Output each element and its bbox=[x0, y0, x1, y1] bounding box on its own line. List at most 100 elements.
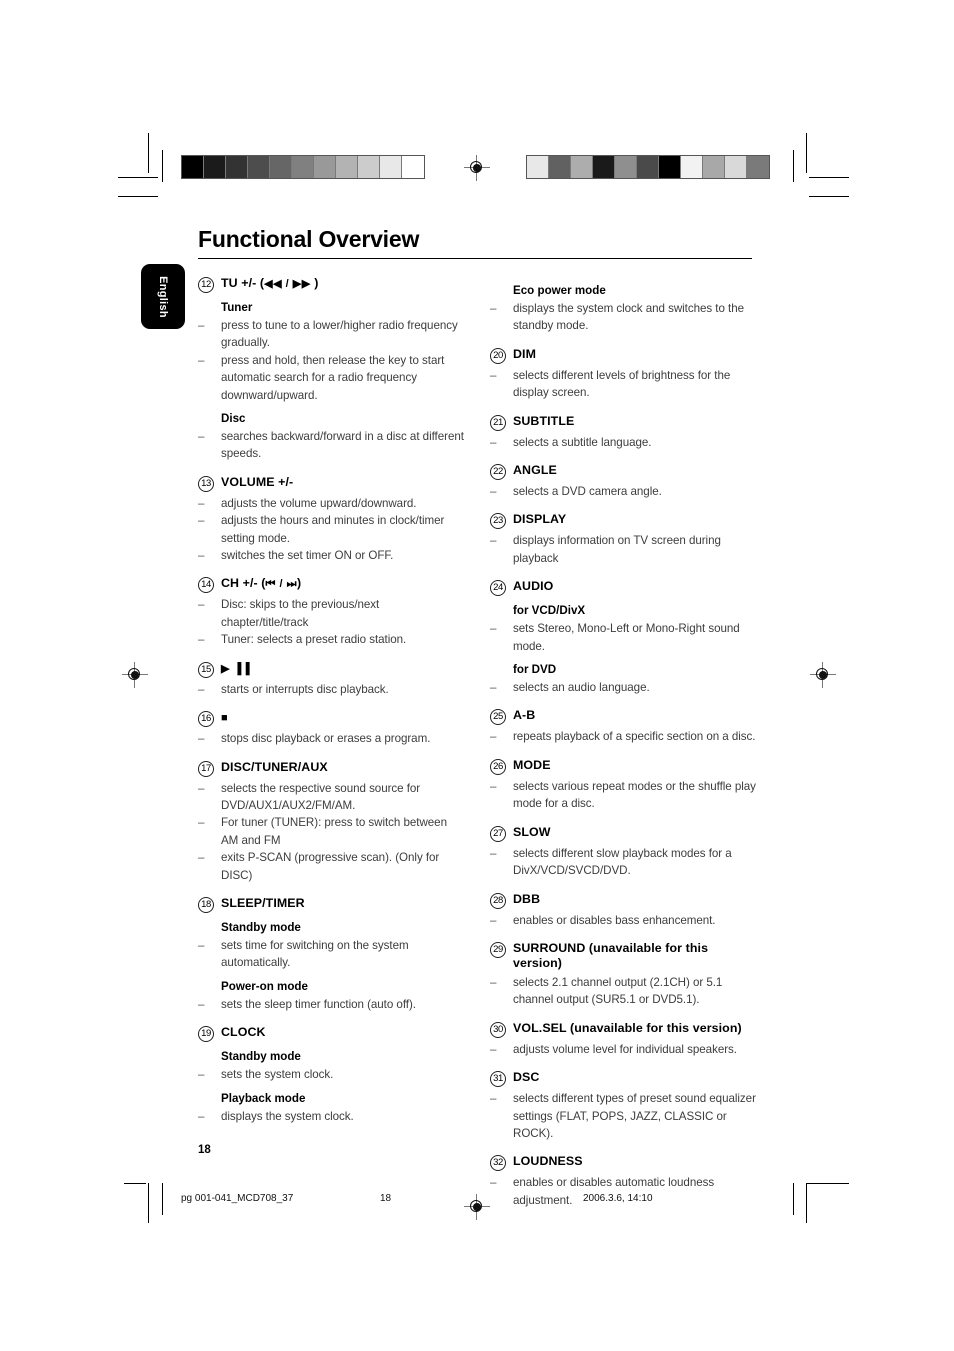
function-number-badge: 14 bbox=[198, 577, 214, 594]
color-swatch bbox=[292, 156, 314, 178]
function-label: DISC/TUNER/AUX bbox=[221, 759, 328, 774]
bullet-dash-icon: – bbox=[490, 302, 497, 315]
bullet-text: For tuner (TUNER): press to switch betwe… bbox=[221, 816, 447, 847]
bullet-dash-icon: – bbox=[198, 633, 205, 647]
bullet-text: sets the system clock. bbox=[221, 1068, 334, 1082]
bullet-text: adjusts the volume upward/downward. bbox=[221, 496, 417, 510]
mode-subheading: Disc bbox=[221, 412, 246, 426]
grayscale-step-wedge-left bbox=[181, 155, 425, 179]
function-label: ▶ ▐▐ bbox=[221, 661, 250, 677]
function-label: ■ bbox=[221, 710, 228, 726]
function-entry: 26 MODE – selects various repeat modes or t… bbox=[490, 758, 758, 813]
mode-subheading: Standby mode bbox=[221, 920, 301, 934]
bullet-dash-icon: – bbox=[198, 430, 205, 444]
color-swatch bbox=[402, 156, 424, 178]
function-label-text: TU +/- ( bbox=[221, 276, 265, 290]
description-bullet: – Tuner: selects a preset radio station. bbox=[198, 631, 466, 648]
description-bullet: – displays the system clock and switches … bbox=[490, 300, 758, 335]
function-entry-header: 21 SUBTITLE bbox=[490, 414, 758, 431]
mode-subheading: for VCD/DivX bbox=[513, 604, 586, 618]
crop-mark-top-left-horizontal bbox=[118, 177, 158, 178]
function-number-badge: 20 bbox=[490, 347, 506, 364]
bullet-dash-icon: – bbox=[198, 851, 205, 865]
transport-glyph-icon: ■ bbox=[221, 712, 229, 725]
function-label-text: CH +/- ( bbox=[221, 576, 266, 591]
color-swatch bbox=[637, 156, 659, 178]
description-bullet: – displays information on TV screen durin… bbox=[490, 532, 758, 567]
function-entry: 23 DISPLAY – displays information on TV scr… bbox=[490, 512, 758, 567]
bullet-dash-icon: – bbox=[490, 534, 497, 548]
bullet-dash-icon: – bbox=[198, 816, 205, 830]
bullet-dash-icon: – bbox=[198, 496, 205, 510]
function-label: DISPLAY bbox=[513, 512, 567, 527]
description-bullet: – selects the respective sound source for… bbox=[198, 780, 466, 815]
function-entry-header: 24 AUDIO bbox=[490, 579, 758, 597]
description-bullet: – For tuner (TUNER): press to switch betw… bbox=[198, 814, 466, 849]
footer-page: 18 bbox=[380, 1193, 392, 1204]
crop-mark-top-right-lower bbox=[809, 196, 849, 197]
function-entry-header: 17 DISC/TUNER/AUX bbox=[198, 760, 466, 777]
function-entry: 17 DISC/TUNER/AUX – selects the respective … bbox=[198, 760, 466, 884]
function-number-badge: 17 bbox=[198, 760, 214, 777]
bullet-text: enables or disables bass enhancement. bbox=[513, 913, 716, 927]
bullet-text: displays the system clock. bbox=[221, 1109, 354, 1123]
bullet-text: switches the set timer ON or OFF. bbox=[221, 549, 394, 563]
function-entry: 20 DIM – selects different levels of bright… bbox=[490, 347, 758, 402]
bullet-dash-icon: – bbox=[198, 938, 205, 952]
function-number-badge: 30 bbox=[490, 1021, 506, 1038]
description-bullet: – enables or disables bass enhancement. bbox=[490, 912, 758, 929]
description-bullet: – selects a subtitle language. bbox=[490, 434, 758, 451]
bullet-text: selects 2.1 channel output (2.1CH) or 5.… bbox=[513, 975, 723, 1007]
function-label-suffix: ) bbox=[310, 276, 319, 290]
function-label: DIM bbox=[513, 346, 537, 361]
color-swatch bbox=[527, 156, 549, 178]
function-number-badge: 25 bbox=[490, 709, 506, 726]
mode-subheading: Power-on mode bbox=[221, 979, 308, 993]
function-entry-header: 12 TU +/- (◀◀ / ▶▶ ) bbox=[198, 276, 466, 293]
bullet-text: starts or interrupts disc playback. bbox=[221, 682, 389, 696]
function-entry: 21 SUBTITLE – selects a subtitle language. bbox=[490, 414, 758, 451]
color-swatch bbox=[314, 156, 336, 178]
function-entry-header: 30 VOL.SEL (unavailable for this version) bbox=[490, 1021, 758, 1038]
function-label: A-B bbox=[513, 708, 536, 723]
crop-mark-bottom-left-vertical bbox=[148, 1183, 149, 1223]
bullet-dash-icon: – bbox=[490, 368, 497, 382]
function-label: TU +/- (◀◀ / ▶▶ ) bbox=[221, 276, 318, 292]
crop-mark-top-right-vertical bbox=[806, 133, 807, 173]
bullet-text: selects a DVD camera angle. bbox=[513, 485, 662, 499]
bullet-dash-icon: – bbox=[198, 682, 205, 696]
mode-subheading: Eco power mode bbox=[513, 284, 606, 297]
color-swatch bbox=[358, 156, 380, 178]
function-label: DBB bbox=[513, 891, 541, 906]
function-number-badge: 28 bbox=[490, 892, 506, 909]
description-bullet: – adjusts the volume upward/downward. bbox=[198, 495, 466, 512]
bullet-dash-icon: – bbox=[198, 997, 205, 1011]
color-swatch bbox=[380, 156, 402, 178]
function-entry-header: 16 ■ bbox=[198, 710, 466, 728]
color-swatch bbox=[248, 156, 270, 178]
description-bullet: – selects a DVD camera angle. bbox=[490, 483, 758, 500]
function-entry-header: 18 SLEEP/TIMER bbox=[198, 896, 466, 913]
color-swatch bbox=[571, 156, 593, 178]
description-bullet: – sets the sleep timer function (auto off… bbox=[198, 996, 466, 1013]
crop-mark-bottom-right-inner bbox=[793, 1183, 794, 1215]
bullet-dash-icon: – bbox=[490, 779, 497, 793]
function-entry: 29 SURROUND (unavailable for this version… bbox=[490, 941, 758, 1009]
description-bullet: – selects different slow playback modes f… bbox=[490, 845, 758, 880]
function-entry-header: 22 ANGLE bbox=[490, 463, 758, 481]
description-bullet: – starts or interrupts disc playback. bbox=[198, 681, 466, 698]
description-bullet: – repeats playback of a specific section … bbox=[490, 728, 758, 745]
function-entry: 16 ■ – stops disc playback or erases a prog… bbox=[198, 710, 466, 747]
color-swatch bbox=[615, 156, 637, 178]
function-number-badge: 15 bbox=[198, 661, 214, 678]
registration-mark-right-middle bbox=[810, 662, 836, 688]
color-swatch bbox=[270, 156, 292, 178]
description-bullet: – selects different levels of brightness … bbox=[490, 367, 758, 402]
function-label: CLOCK bbox=[221, 1025, 266, 1040]
bullet-text: displays the system clock and switches t… bbox=[513, 302, 745, 333]
function-label: MODE bbox=[513, 757, 551, 772]
function-number-badge: 24 bbox=[490, 580, 506, 597]
mode-subheading: for DVD bbox=[513, 663, 557, 677]
column-left: 12 TU +/- (◀◀ / ▶▶ ) Tuner – press to tune t… bbox=[198, 276, 466, 1125]
function-label: SURROUND (unavailable for this version) bbox=[513, 940, 709, 970]
